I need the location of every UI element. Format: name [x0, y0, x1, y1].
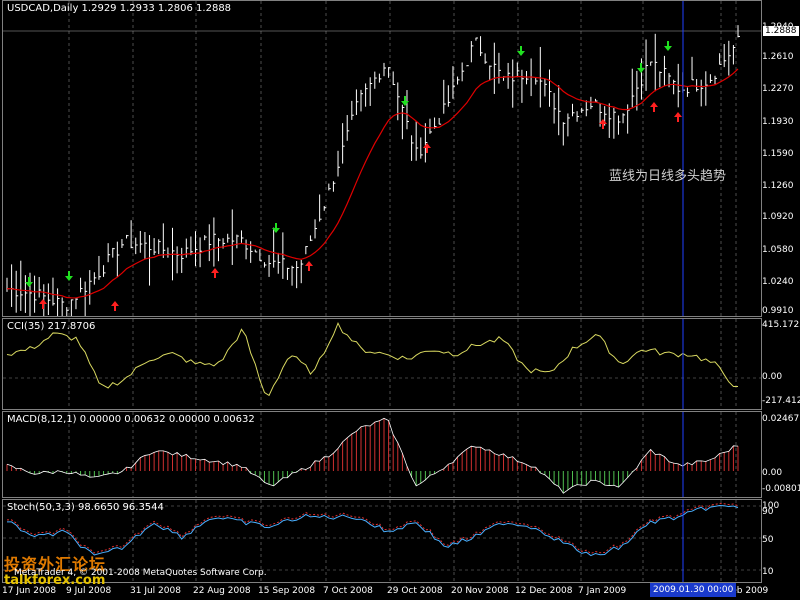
time-label: 29 Oct 2008: [387, 586, 443, 596]
macd-signal-line: [6, 417, 739, 494]
sell-arrow-icon: [25, 277, 33, 287]
price-chart-pane[interactable]: USDCAD,Daily 1.2929 1.2933 1.2806 1.2888…: [2, 0, 762, 317]
sell-arrow-icon: [637, 63, 645, 73]
time-label: 7 Jan 2009: [578, 586, 627, 596]
stoch-scale-tick: 50: [762, 535, 774, 545]
cci-scale-tick: 415.1725: [762, 320, 800, 330]
macd-scale-tick: 0.02467: [762, 414, 800, 424]
sell-arrow-icon: [664, 41, 672, 51]
cci-scale-tick: -217.412: [762, 396, 800, 406]
cci-scale-tick: 0.00: [762, 372, 783, 382]
price-chart-canvas: [3, 1, 761, 316]
sell-arrow-icon: [65, 271, 73, 281]
stoch-title: Stoch(50,3,3) 98.6650 96.3544: [7, 502, 164, 513]
time-label: 22 Aug 2008: [193, 586, 251, 596]
time-label: 15 Sep 2008: [258, 586, 316, 596]
buy-arrow-icon: [111, 301, 119, 311]
scale-tick: 1.1590: [762, 149, 794, 159]
scale-tick: 1.0580: [762, 245, 794, 255]
buy-arrow-icon: [39, 299, 47, 309]
scale-tick: 1.0920: [762, 212, 794, 222]
sell-arrow-icon: [517, 46, 525, 56]
stoch-main-line: [6, 505, 739, 557]
price-scale: 1.2940 1.2888 1.2610 1.2270 1.1930 1.159…: [762, 0, 800, 600]
cci-line: [6, 321, 739, 397]
scale-tick: 1.2610: [762, 52, 794, 62]
scale-tick: 1.0240: [762, 277, 794, 287]
trend-annotation: 蓝线为日线多头趋势: [609, 169, 727, 184]
time-label: 12 Dec 2008: [515, 586, 573, 596]
cci-canvas: [3, 319, 761, 409]
cci-title: CCI(35) 217.8706: [7, 321, 96, 332]
buy-arrow-icon: [674, 112, 682, 122]
cci-pane[interactable]: CCI(35) 217.8706: [2, 318, 762, 410]
macd-scale-tick: -0.00801: [762, 484, 800, 494]
time-label: 7 Oct 2008: [323, 586, 373, 596]
buy-arrow-icon: [305, 261, 313, 271]
macd-pane[interactable]: MACD(8,12,1) 0.00000 0.00632 0.00000 0.0…: [2, 411, 762, 498]
buy-arrow-icon: [423, 143, 431, 153]
price-chart-title: USDCAD,Daily 1.2929 1.2933 1.2806 1.2888: [7, 3, 232, 14]
buy-arrow-icon: [650, 102, 658, 112]
macd-title: MACD(8,12,1) 0.00000 0.00632 0.00000 0.0…: [7, 414, 255, 425]
stoch-scale-tick: 10: [762, 567, 774, 577]
current-price-label: 1.2888: [763, 26, 799, 36]
cursor-time-label: 2009.01.30 00:00: [650, 583, 737, 597]
scale-tick: 1.2270: [762, 84, 794, 94]
buy-arrow-icon: [211, 268, 219, 278]
time-label: 31 Jul 2008: [130, 586, 181, 596]
stoch-scale-tick: 90: [762, 507, 774, 517]
scale-tick: 1.1930: [762, 117, 794, 127]
time-label: 20 Nov 2008: [451, 586, 509, 596]
copyright-text: MetaTrader 4, © 2001-2008 MetaQuotes Sof…: [14, 568, 267, 578]
sell-arrow-icon: [401, 96, 409, 106]
scale-tick: 0.9910: [762, 306, 794, 316]
scale-tick: 1.1260: [762, 181, 794, 191]
macd-scale-tick: 0.00: [762, 468, 783, 478]
